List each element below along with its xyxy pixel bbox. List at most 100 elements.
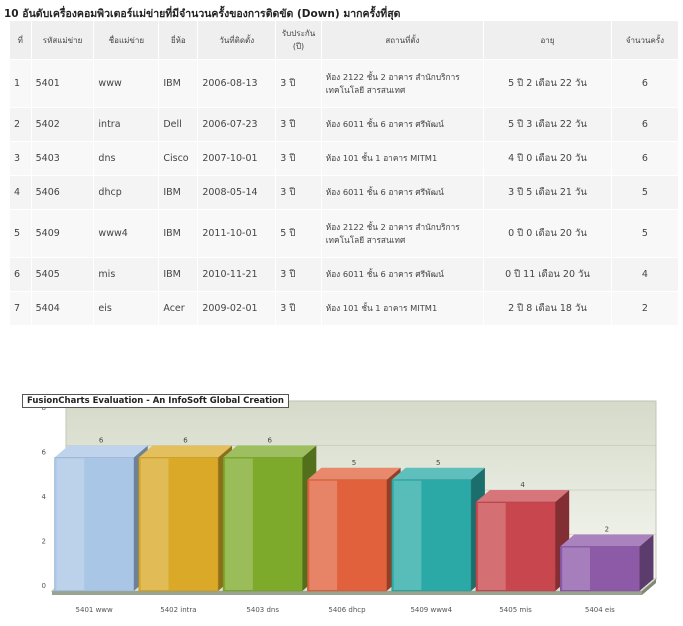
data-label: 6	[99, 437, 104, 445]
chart-bar	[559, 534, 654, 592]
bar-highlight	[562, 547, 590, 590]
cell-brand: IBM	[158, 209, 199, 258]
chart-floor-edge	[52, 591, 642, 595]
cell-down-count: 5	[610, 175, 680, 210]
y-tick-label: 4	[42, 493, 47, 501]
cell-location: ห้อง 101 ชั้น 1 อาคาร MITM1	[320, 141, 485, 176]
cell-rank: 3	[9, 141, 32, 176]
table-row: 5 5409 www4 IBM 2011-10-01 5 ปี ห้อง 212…	[9, 209, 680, 258]
cell-warranty: 3 ปี	[275, 175, 322, 210]
cell-install-date: 2010-11-21	[197, 257, 277, 292]
cell-rank: 7	[9, 291, 32, 326]
cell-warranty: 3 ปี	[275, 59, 322, 108]
cell-age: 4 ปี 0 เดือน 20 วัน	[483, 141, 612, 176]
column-header[interactable]: จำนวนครั้ง	[610, 20, 680, 60]
data-label: 4	[520, 481, 525, 489]
data-label: 6	[267, 437, 272, 445]
cell-warranty: 3 ปี	[275, 107, 322, 142]
bar-highlight	[393, 480, 422, 590]
cell-age: 2 ปี 8 เดือน 18 วัน	[483, 291, 612, 326]
cell-server-name: www4	[93, 209, 160, 258]
cell-age: 5 ปี 2 เดือน 22 วัน	[483, 59, 612, 108]
chart-bar	[54, 445, 148, 592]
cell-server-name: dns	[93, 141, 160, 176]
server-table: ที่ รหัสแม่ข่าย ชื่อแม่ข่าย ยี่ห้อ วันที…	[9, 20, 680, 326]
data-label: 5	[352, 459, 356, 467]
column-header[interactable]: ชื่อแม่ข่าย	[93, 20, 160, 60]
cell-age: 5 ปี 3 เดือน 22 วัน	[483, 107, 612, 142]
cell-install-date: 2006-07-23	[197, 107, 277, 142]
cell-warranty: 3 ปี	[275, 257, 322, 292]
x-tick-label: 5405 mis	[499, 606, 532, 614]
table-row: 3 5403 dns Cisco 2007-10-01 3 ปี ห้อง 10…	[9, 141, 680, 176]
cell-server-id: 5409	[30, 209, 95, 258]
table-row: 7 5404 eis Acer 2009-02-01 3 ปี ห้อง 101…	[9, 291, 680, 326]
cell-down-count: 5	[610, 209, 680, 258]
column-header[interactable]: สถานที่ตั้ง	[320, 20, 485, 60]
bar-top	[475, 490, 570, 502]
cell-install-date: 2008-05-14	[197, 175, 277, 210]
bar-top	[138, 445, 233, 458]
column-header[interactable]: รับประกัน (ปี)	[275, 20, 322, 60]
cell-rank: 1	[9, 59, 32, 108]
bar-top	[223, 445, 317, 458]
column-header[interactable]: วันที่ติดตั้ง	[197, 20, 277, 60]
cell-brand: IBM	[158, 59, 199, 108]
column-header[interactable]: อายุ	[483, 20, 612, 60]
chart-bar	[475, 490, 570, 592]
bar-chart: 0246865401 www65402 intra65403 dns55406 …	[42, 400, 658, 614]
data-label: 6	[183, 437, 188, 445]
cell-age: 0 ปี 11 เดือน 20 วัน	[483, 257, 612, 292]
cell-down-count: 2	[610, 291, 680, 326]
cell-down-count: 6	[610, 141, 680, 176]
cell-down-count: 6	[610, 107, 680, 142]
cell-rank: 5	[9, 209, 32, 258]
cell-warranty: 3 ปี	[275, 141, 322, 176]
bar-top	[54, 445, 148, 458]
cell-rank: 6	[9, 257, 32, 292]
cell-down-count: 4	[610, 257, 680, 292]
table-row: 4 5406 dhcp IBM 2008-05-14 3 ปี ห้อง 601…	[9, 175, 680, 210]
cell-down-count: 6	[610, 59, 680, 108]
bar-highlight	[477, 503, 506, 590]
y-tick-label: 2	[42, 538, 46, 546]
x-tick-label: 5401 www	[76, 606, 113, 614]
chart-bar	[391, 467, 485, 592]
x-tick-label: 5404 eis	[585, 606, 615, 614]
cell-brand: IBM	[158, 257, 199, 292]
bar-highlight	[140, 458, 169, 590]
cell-location: ห้อง 2122 ชั้น 2 อาคาร สำนักบริการเทคโนโ…	[320, 59, 485, 108]
cell-warranty: 3 ปี	[275, 291, 322, 326]
cell-server-id: 5404	[30, 291, 95, 326]
cell-rank: 2	[9, 107, 32, 142]
cell-location: ห้อง 6011 ชั้น 6 อาคาร ศรีพัฒน์	[320, 175, 485, 210]
table-row: 6 5405 mis IBM 2010-11-21 3 ปี ห้อง 6011…	[9, 257, 680, 292]
cell-server-name: dhcp	[93, 175, 160, 210]
table-row: 2 5402 intra Dell 2006-07-23 3 ปี ห้อง 6…	[9, 107, 680, 142]
x-tick-label: 5402 intra	[160, 606, 196, 614]
bar-top	[560, 534, 654, 547]
cell-location: ห้อง 2122 ชั้น 2 อาคาร สำนักบริการเทคโนโ…	[320, 209, 485, 258]
chart-bar	[138, 445, 233, 592]
cell-install-date: 2006-08-13	[197, 59, 277, 108]
column-header[interactable]: ที่	[9, 20, 32, 60]
chart-bar	[222, 445, 317, 592]
cell-rank: 4	[9, 175, 32, 210]
cell-location: ห้อง 101 ชั้น 1 อาคาร MITM1	[320, 291, 485, 326]
bar-top	[391, 467, 485, 480]
cell-warranty: 5 ปี	[275, 209, 322, 258]
cell-age: 0 ปี 0 เดือน 20 วัน	[483, 209, 612, 258]
column-header[interactable]: ยี่ห้อ	[158, 20, 199, 60]
bar-highlight	[309, 480, 338, 590]
y-tick-label: 6	[42, 449, 47, 457]
cell-server-id: 5406	[30, 175, 95, 210]
cell-server-name: mis	[93, 257, 160, 292]
cell-install-date: 2011-10-01	[197, 209, 277, 258]
cell-server-id: 5405	[30, 257, 95, 292]
cell-server-id: 5401	[30, 59, 95, 108]
x-tick-label: 5406 dhcp	[328, 606, 366, 614]
cell-brand: Cisco	[158, 141, 199, 176]
cell-location: ห้อง 6011 ชั้น 6 อาคาร ศรีพัฒน์	[320, 257, 485, 292]
column-header[interactable]: รหัสแม่ข่าย	[30, 20, 95, 60]
cell-server-name: intra	[93, 107, 160, 142]
